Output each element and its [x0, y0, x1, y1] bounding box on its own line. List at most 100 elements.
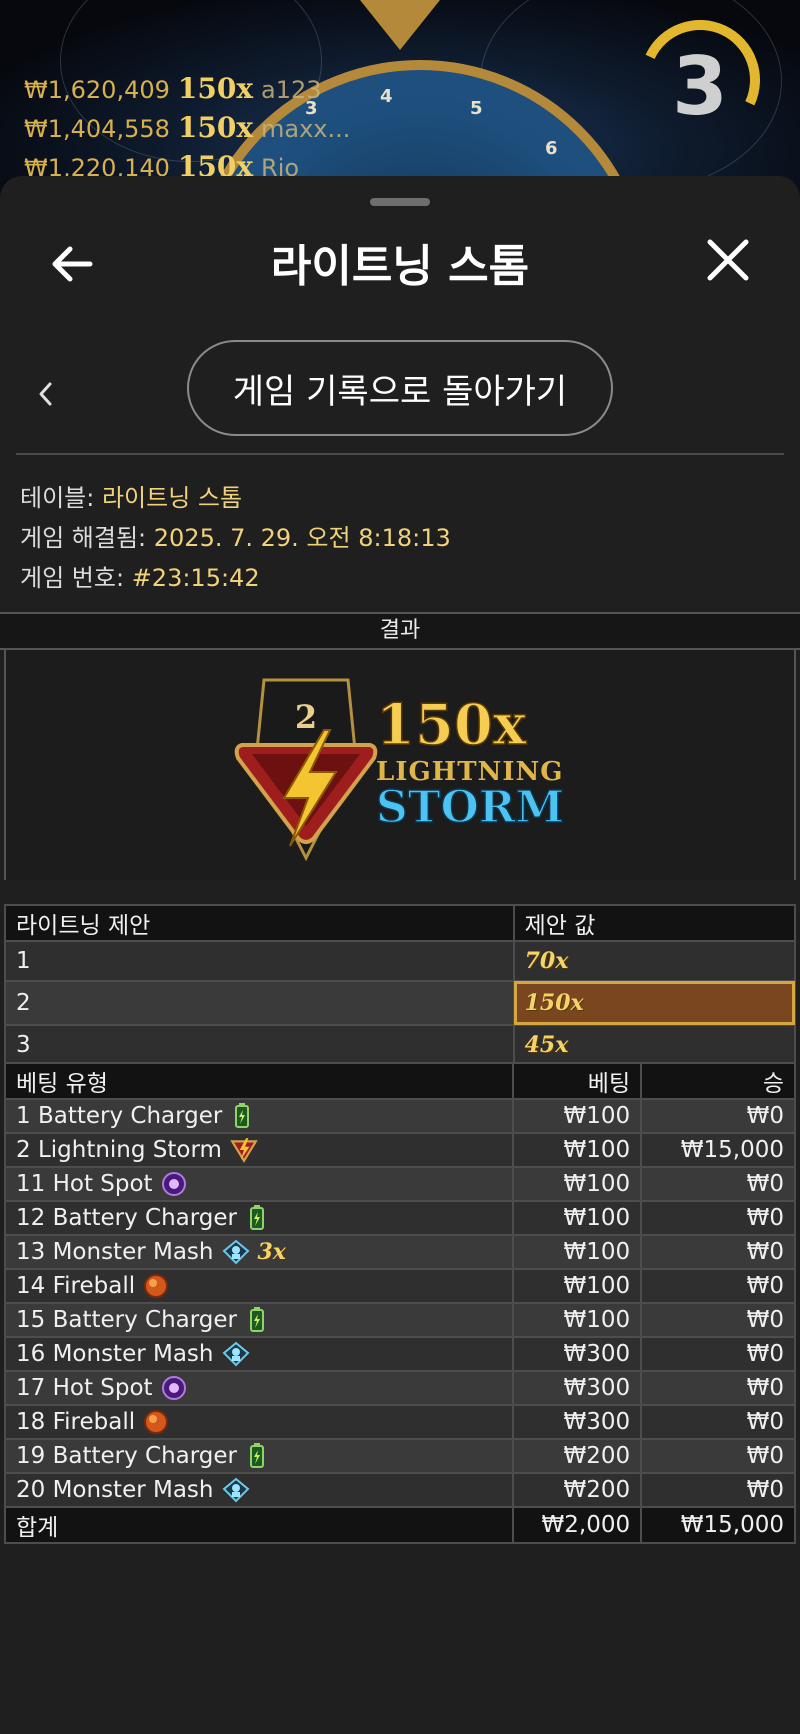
win-amount: ₩0	[640, 1234, 796, 1270]
bet-type-label: 16 Monster Mash	[16, 1340, 214, 1367]
bet-type: 12 Battery Charger	[3, 1200, 515, 1236]
bet-type: 1 Battery Charger	[3, 1098, 515, 1134]
bet-type: 11 Hot Spot	[3, 1166, 515, 1202]
column-header-offer: 라이트닝 제안	[4, 904, 515, 942]
bet-type: 17 Hot Spot	[3, 1370, 515, 1406]
bet-amount: ₩200	[512, 1472, 643, 1508]
logo-word-storm: STORM	[376, 782, 564, 833]
win-amount: ₩0	[640, 1268, 796, 1304]
bet-row: 17 Hot Spot ₩300 ₩0	[3, 1370, 796, 1406]
offer-value: 45x	[512, 1024, 797, 1066]
table-label: 테이블:	[20, 484, 95, 512]
win-player: maxx...	[261, 115, 351, 143]
wheel-number: 5	[470, 98, 483, 119]
bet-type-label: 13 Monster Mash	[16, 1238, 214, 1265]
win-multiplier: 150x	[177, 111, 254, 144]
total-row: 합계 ₩2,000 ₩15,000	[3, 1506, 796, 1544]
bet-type-label: 15 Battery Charger	[16, 1306, 238, 1333]
bet-row: 1 Battery Charger ₩100 ₩0	[3, 1098, 796, 1134]
win-amount: ₩1,620,409	[24, 76, 170, 104]
resolved-value: 2025. 7. 29. 오전 8:18:13	[153, 524, 451, 552]
monster-icon	[222, 1477, 249, 1503]
bet-type: 18 Fireball	[3, 1404, 515, 1440]
logo-multiplier: 150x	[376, 692, 527, 758]
lightning-storm-logo: 2 150x LIGHTNING STORM	[234, 678, 565, 862]
battery-icon	[235, 1103, 250, 1129]
bet-row: 16 Monster Mash ₩300 ₩0	[3, 1336, 796, 1372]
column-header-win: 승	[640, 1062, 796, 1100]
bet-amount: ₩300	[512, 1336, 643, 1372]
bet-row: 19 Battery Charger ₩200 ₩0	[3, 1438, 796, 1474]
total-bet: ₩2,000	[512, 1506, 643, 1544]
table-header-row: 베팅 유형 베팅 승	[3, 1062, 796, 1100]
lightning-icon	[230, 1138, 258, 1164]
bet-type: 2 Lightning Storm	[3, 1132, 515, 1168]
win-amount: ₩0	[640, 1200, 796, 1236]
recent-win: ₩1,620,409 150x a123	[24, 72, 322, 105]
bet-row: 2 Lightning Storm ₩100 ₩15,000	[3, 1132, 796, 1168]
table-header-row: 라이트닝 제안 제안 값	[4, 904, 797, 942]
bet-type: 13 Monster Mash 3x	[3, 1234, 515, 1270]
win-amount: ₩0	[640, 1302, 796, 1338]
offer-number: 3	[4, 1024, 515, 1066]
bet-row: 14 Fireball ₩100 ₩0	[3, 1268, 796, 1304]
column-header-value: 제안 값	[512, 904, 797, 942]
bet-type: 16 Monster Mash	[3, 1336, 515, 1372]
resolved-info: 게임 해결됨: 2025. 7. 29. 오전 8:18:13	[20, 518, 451, 553]
bet-amount: ₩100	[512, 1234, 643, 1270]
game-background: 3 4 5 6 ₩1,620,409 150x a123 ₩1,404,558 150…	[0, 0, 800, 200]
bet-multiplier: 3x	[257, 1238, 286, 1265]
bet-type-label: 19 Battery Charger	[16, 1442, 238, 1469]
divider	[16, 453, 784, 455]
win-amount: ₩0	[640, 1098, 796, 1134]
offer-number: 2	[4, 980, 515, 1026]
result-logo-panel: 2 150x LIGHTNING STORM	[4, 650, 796, 880]
bet-amount: ₩200	[512, 1438, 643, 1474]
bet-amount: ₩100	[512, 1200, 643, 1236]
table-value: 라이트닝 스톰	[101, 484, 243, 512]
bet-type-label: 14 Fireball	[16, 1272, 136, 1299]
bet-amount: ₩100	[512, 1098, 643, 1134]
bet-row: 15 Battery Charger ₩100 ₩0	[3, 1302, 796, 1338]
total-label: 합계	[3, 1506, 515, 1544]
hot-spot-icon	[161, 1172, 186, 1197]
bet-amount: ₩300	[512, 1370, 643, 1406]
offer-row: 1 70x	[4, 940, 797, 982]
close-icon[interactable]	[700, 232, 756, 288]
bet-amount: ₩100	[512, 1302, 643, 1338]
fireball-icon	[144, 1410, 169, 1435]
bets-table: 베팅 유형 베팅 승 1 Battery Charger ₩100 ₩0 2 L…	[3, 1062, 796, 1544]
bet-type-label: 18 Fireball	[16, 1408, 136, 1435]
bet-amount: ₩100	[512, 1132, 643, 1168]
bet-type-label: 11 Hot Spot	[16, 1170, 153, 1197]
bet-amount: ₩100	[512, 1268, 643, 1304]
logo-badge-number: 2	[295, 698, 317, 736]
sheet-drag-handle[interactable]	[370, 198, 430, 206]
offer-row: 2 150x	[4, 980, 797, 1026]
hot-spot-icon	[161, 1376, 186, 1401]
game-number-info: 게임 번호: #23:15:42	[20, 558, 260, 593]
bet-type: 19 Battery Charger	[3, 1438, 515, 1474]
bet-type-label: 12 Battery Charger	[16, 1204, 238, 1231]
monster-icon	[222, 1341, 249, 1367]
table-info: 테이블: 라이트닝 스톰	[20, 478, 242, 513]
arrow-left-icon[interactable]	[46, 236, 102, 292]
offer-number: 1	[4, 940, 515, 982]
battery-icon	[250, 1307, 265, 1333]
bet-row: 18 Fireball ₩300 ₩0	[3, 1404, 796, 1440]
win-amount: ₩0	[640, 1370, 796, 1406]
offer-row: 3 45x	[4, 1024, 797, 1066]
bet-row: 11 Hot Spot ₩100 ₩0	[3, 1166, 796, 1202]
bet-row: 20 Monster Mash ₩200 ₩0	[3, 1472, 796, 1508]
chevron-left-icon[interactable]	[34, 378, 58, 410]
fireball-icon	[144, 1274, 169, 1299]
offer-value-highlighted: 150x	[512, 980, 797, 1026]
win-amount: ₩15,000	[640, 1132, 796, 1168]
bet-amount: ₩300	[512, 1404, 643, 1440]
bet-type: 20 Monster Mash	[3, 1472, 515, 1508]
bet-type-label: 1 Battery Charger	[16, 1102, 223, 1129]
win-amount: ₩0	[640, 1438, 796, 1474]
back-to-history-button[interactable]: 게임 기록으로 돌아가기	[187, 340, 613, 436]
wheel-number: 6	[545, 138, 558, 159]
recent-win: ₩1,404,558 150x maxx...	[24, 111, 350, 144]
